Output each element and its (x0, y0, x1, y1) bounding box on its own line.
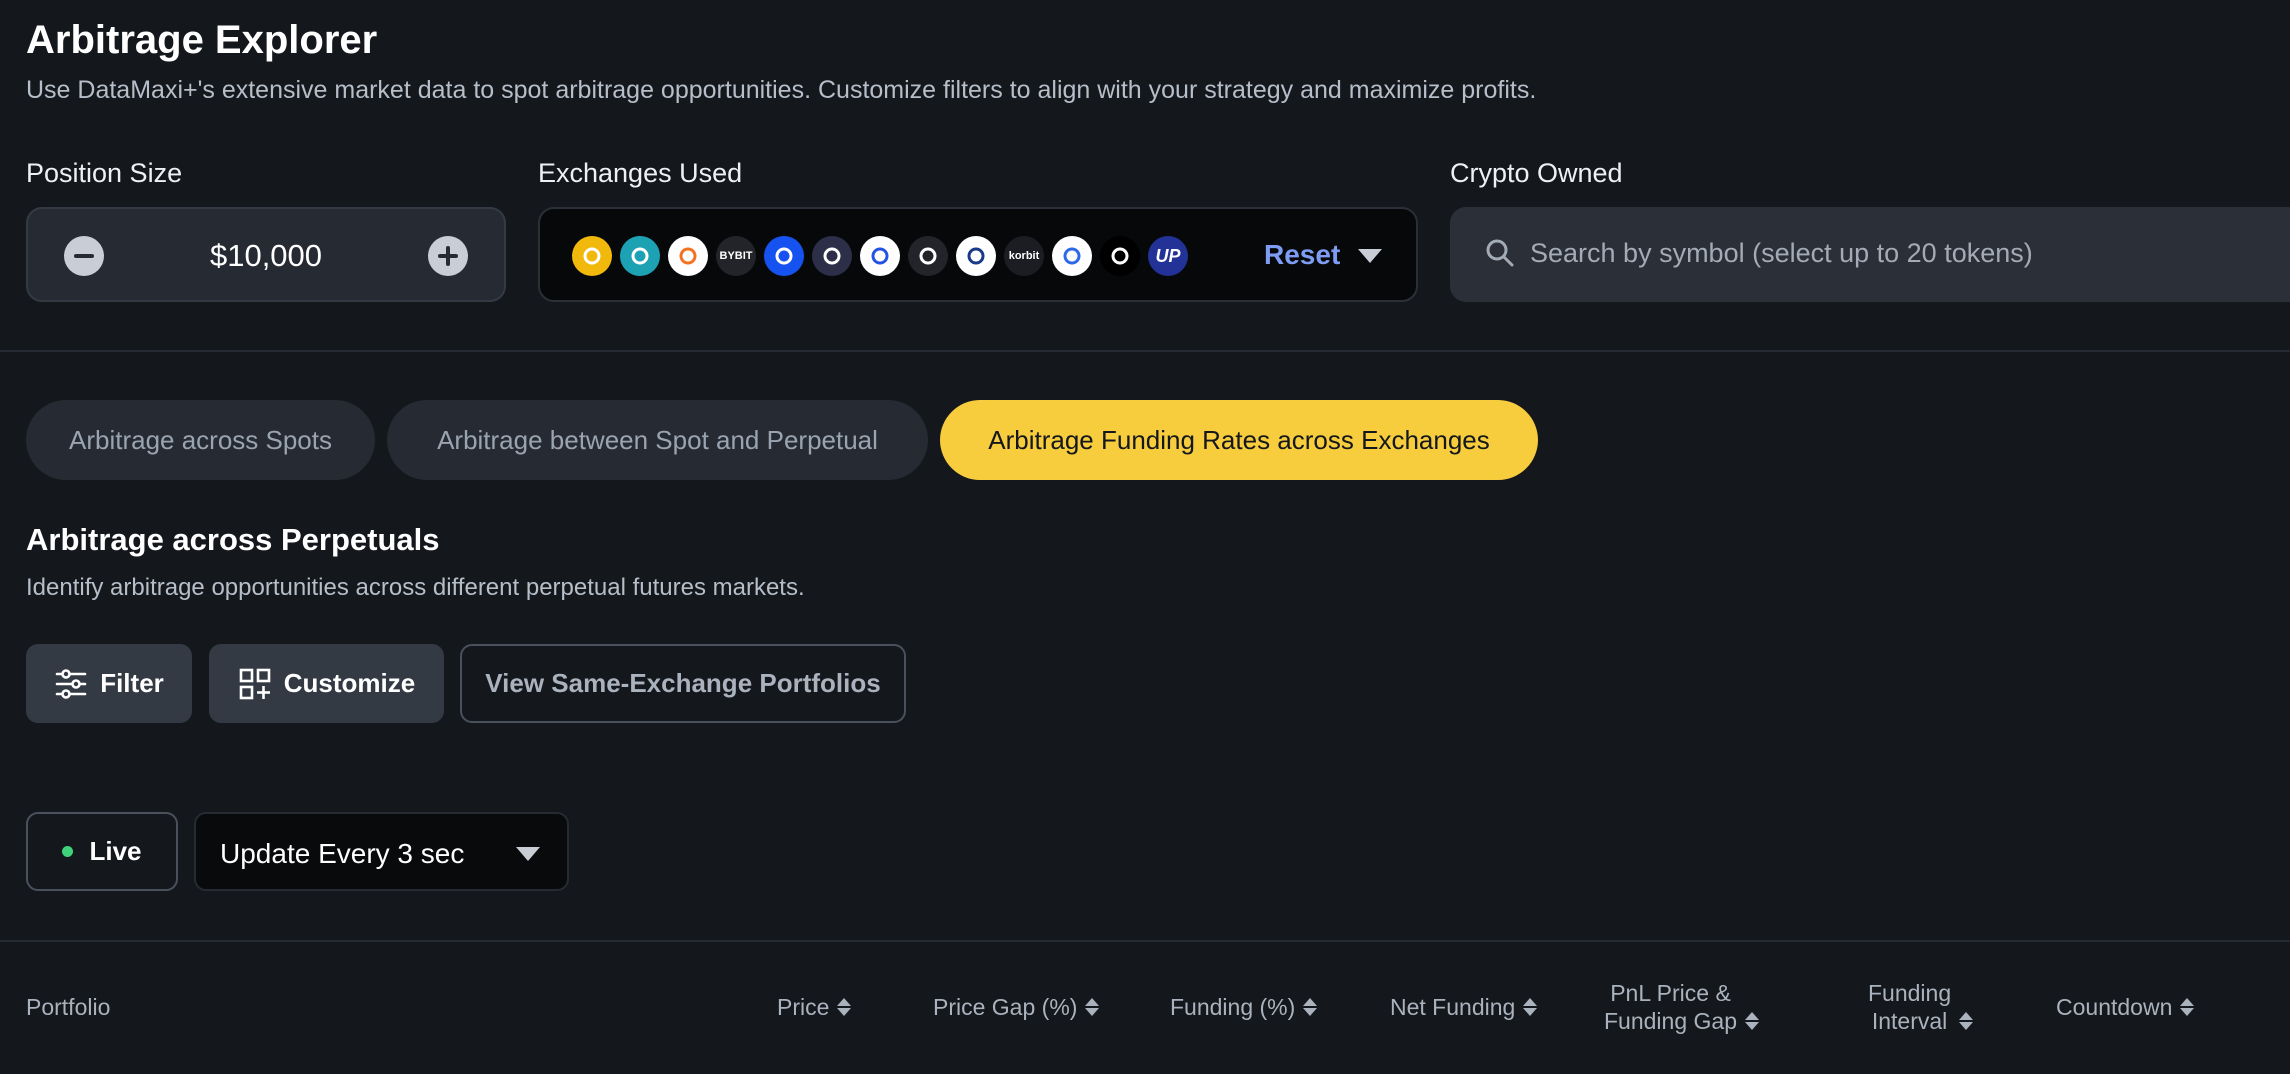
divider (0, 350, 2290, 352)
live-label: Live (89, 836, 142, 866)
sort-icon[interactable] (1085, 997, 1100, 1017)
column-header-funding-interval[interactable]: Funding Interval (1868, 979, 1974, 1035)
mountain-exchange-icon[interactable] (1052, 236, 1092, 276)
filter-button-label: Filter (100, 668, 164, 698)
bitget-icon[interactable] (620, 236, 660, 276)
sort-icon[interactable] (1959, 1011, 1974, 1031)
tab-arbitrage-funding-rates[interactable]: Arbitrage Funding Rates across Exchanges (940, 400, 1538, 480)
exchanges-selector[interactable]: BYBIT korbit UP Reset (538, 207, 1418, 302)
divider (0, 940, 2290, 942)
upbit-icon[interactable]: UP (1148, 236, 1188, 276)
section-title: Arbitrage across Perpetuals (26, 522, 440, 557)
customize-button-label: Customize (283, 668, 416, 698)
chevron-down-icon[interactable] (1358, 249, 1382, 263)
sliders-icon (55, 668, 87, 699)
column-header-price[interactable]: Price (777, 993, 852, 1021)
live-status-dot (62, 846, 74, 857)
position-size-label: Position Size (26, 158, 183, 188)
gateio-icon[interactable] (860, 236, 900, 276)
column-header-countdown[interactable]: Countdown (2056, 993, 2195, 1021)
sort-icon[interactable] (1303, 997, 1318, 1017)
bybit-icon[interactable]: BYBIT (716, 236, 756, 276)
sort-icon[interactable] (837, 997, 852, 1017)
view-same-exchange-portfolios-button[interactable]: View Same-Exchange Portfolios (460, 644, 906, 723)
filter-button[interactable]: Filter (26, 644, 192, 723)
korbit-icon[interactable]: korbit (1004, 236, 1044, 276)
sort-icon[interactable] (2180, 997, 2195, 1017)
htx-icon[interactable] (908, 236, 948, 276)
tab-arbitrage-across-spots[interactable]: Arbitrage across Spots (26, 400, 375, 480)
column-header-price-gap[interactable]: Price Gap (%) (933, 993, 1100, 1021)
column-header-net-funding[interactable]: Net Funding (1390, 993, 1538, 1021)
exchanges-used-label: Exchanges Used (538, 158, 743, 188)
tab-arbitrage-spot-perpetual[interactable]: Arbitrage between Spot and Perpetual (387, 400, 928, 480)
x-exchange-icon[interactable] (812, 236, 852, 276)
coinbase-icon[interactable] (764, 236, 804, 276)
search-icon (1484, 237, 1516, 269)
crypto-owned-label: Crypto Owned (1450, 158, 1623, 188)
position-size-stepper: $10,000 (26, 207, 506, 302)
binance-icon[interactable] (572, 236, 612, 276)
hyperliquid-icon[interactable] (956, 236, 996, 276)
customize-button[interactable]: Customize (209, 644, 444, 723)
bithumb-icon[interactable] (668, 236, 708, 276)
sort-icon[interactable] (1523, 997, 1538, 1017)
column-header-pnl-price-funding-gap[interactable]: PnL Price & Funding Gap (1604, 979, 1759, 1035)
column-header-funding[interactable]: Funding (%) (1170, 993, 1318, 1021)
page-subtitle: Use DataMaxi+'s extensive market data to… (26, 76, 1537, 104)
increase-icon[interactable] (428, 236, 468, 276)
crypto-search-input[interactable] (1530, 227, 2270, 279)
chevron-down-icon (516, 847, 540, 861)
update-interval-select[interactable]: Update Every 3 sec (194, 812, 569, 891)
okx-icon[interactable] (1100, 236, 1140, 276)
column-header-portfolio: Portfolio (26, 994, 111, 1020)
sort-icon[interactable] (1744, 1011, 1759, 1031)
section-description: Identify arbitrage opportunities across … (26, 574, 805, 601)
update-interval-value: Update Every 3 sec (220, 838, 465, 869)
crypto-owned-search (1450, 207, 2290, 302)
live-button[interactable]: Live (26, 812, 178, 891)
grid-plus-icon (239, 668, 271, 699)
page-title: Arbitrage Explorer (26, 18, 378, 62)
reset-button[interactable]: Reset (1264, 239, 1340, 271)
